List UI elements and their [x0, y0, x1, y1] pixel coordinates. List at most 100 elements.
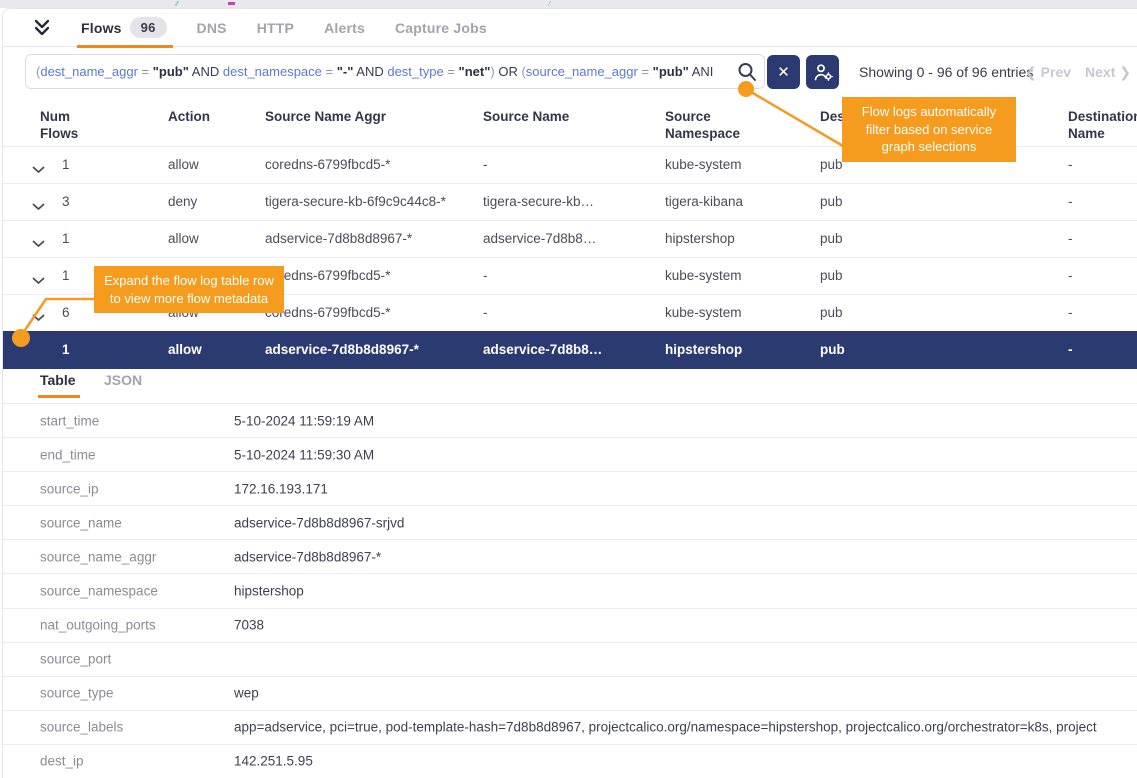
tab-flows[interactable]: Flows 96: [81, 9, 167, 47]
query-token: =: [444, 64, 459, 79]
detail-value: 5-10-2024 11:59:19 AM: [234, 413, 1137, 428]
cell-dest_name: -: [1068, 305, 1073, 320]
detail-row: source_ip 172.16.193.171: [3, 471, 1137, 505]
detail-key: source_type: [40, 686, 114, 701]
chevron-down-icon[interactable]: [32, 199, 45, 214]
col-source-name[interactable]: Source Name: [483, 108, 633, 125]
user-settings-button[interactable]: [806, 55, 839, 89]
tab-http[interactable]: HTTP: [257, 9, 294, 47]
cell-num: 1: [62, 157, 70, 172]
detail-key: dest_ip: [40, 754, 84, 769]
chevron-down-icon[interactable]: [32, 273, 45, 288]
col-source-name-aggr[interactable]: Source Name Aggr: [265, 108, 465, 125]
detail-value: adservice-7d8b8d8967-srjvd: [234, 515, 1137, 530]
detail-value: app=adservice, pci=true, pod-template-ha…: [234, 720, 1137, 735]
tab-capture-jobs[interactable]: Capture Jobs: [395, 9, 487, 47]
detail-key: start_time: [40, 413, 99, 428]
detail-key: source_ip: [40, 481, 99, 496]
cell-src_ns: kube-system: [665, 157, 742, 172]
detail-row: source_labelsapp=adservice, pci=true, po…: [3, 710, 1137, 744]
detail-key: source_namespace: [40, 584, 158, 599]
detail-row: end_time5-10-2024 11:59:30 AM: [3, 437, 1137, 471]
cell-num: 6: [62, 305, 70, 320]
graph-fragment-icon: ⁄⁄: [176, 1, 178, 8]
query-token: =: [322, 64, 337, 79]
showing-entries-text: Showing 0 - 96 of 96 entries: [859, 64, 1033, 80]
tab-alerts[interactable]: Alerts: [324, 9, 365, 47]
cell-num: 3: [62, 194, 70, 209]
cell-src_ns: hipstershop: [665, 231, 735, 246]
detail-row: nat_outgoing_ports 7038: [3, 608, 1137, 642]
detail-key: end_time: [40, 447, 96, 462]
tooltip-filter-annotation: Flow logs automatically filter based on …: [842, 97, 1016, 162]
tab-flows-label: Flows: [81, 20, 122, 36]
detail-tab-json[interactable]: JSON: [104, 372, 142, 388]
col-num-flows[interactable]: Num Flows: [40, 108, 102, 142]
cell-num: 1: [62, 342, 70, 357]
tooltip-expand-annotation: Expand the flow log table row to view mo…: [94, 266, 284, 313]
collapse-panel-button[interactable]: [31, 18, 53, 38]
detail-value: 7038: [234, 618, 1137, 633]
detail-tabbar: Table JSON: [3, 360, 1137, 403]
cell-dest_aggr: pub: [820, 268, 843, 283]
cell-src_name: -: [483, 157, 488, 172]
cell-src_ns: kube-system: [665, 268, 742, 283]
detail-key: nat_outgoing_ports: [40, 618, 156, 633]
double-chevron-down-icon: [31, 18, 53, 38]
flows-count-badge: 96: [130, 17, 167, 38]
detail-value: 142.251.5.95: [234, 754, 1137, 769]
cell-dest_name: -: [1068, 231, 1073, 246]
active-tab-underline: [77, 45, 173, 48]
query-token: ANI: [689, 64, 714, 79]
filter-query-input[interactable]: (dest_name_aggr = "pub" AND dest_namespa…: [25, 54, 765, 89]
table-row[interactable]: 1allowadservice-7d8b8d8967-*adservice-7d…: [3, 220, 1137, 258]
detail-row: source_name adservice-7d8b8d8967-srjvd: [3, 505, 1137, 539]
cell-src_name: adservice-7d8b8…: [483, 231, 596, 246]
col-destination-name[interactable]: Destination Name: [1068, 108, 1137, 142]
detail-table: start_time 5-10-2024 11:59:19 AM end_time5…: [3, 403, 1137, 778]
detail-value: 172.16.193.171: [234, 481, 1137, 496]
detail-row: source_name_aggradservice-7d8b8d8967-*: [3, 539, 1137, 573]
graph-fragment-icon: [228, 2, 235, 5]
detail-key: source_port: [40, 652, 111, 667]
clear-filter-button[interactable]: ✕: [767, 55, 800, 89]
cell-src_aggr: coredns-6799fbcd5-*: [265, 157, 390, 172]
user-gear-icon: [813, 63, 833, 82]
cell-dest_aggr: pub: [820, 342, 845, 357]
cell-dest_aggr: pub: [820, 231, 843, 246]
query-token: =: [138, 64, 153, 79]
filter-query: (dest_name_aggr = "pub" AND dest_namespa…: [36, 64, 713, 79]
next-page-button[interactable]: Next ❯: [1085, 64, 1131, 81]
cell-dest_aggr: pub: [820, 305, 843, 320]
query-token: dest_name_aggr: [40, 64, 138, 79]
cell-dest_name: -: [1068, 194, 1073, 209]
detail-tab-table[interactable]: Table: [40, 372, 76, 388]
cell-dest_name: -: [1068, 268, 1073, 283]
cell-src_ns: hipstershop: [665, 342, 742, 357]
detail-value: hipstershop: [234, 584, 1137, 599]
col-source-namespace[interactable]: Source Namespace: [665, 108, 760, 142]
cell-action: allow: [168, 157, 199, 172]
chevron-down-icon[interactable]: [32, 236, 45, 251]
query-token: "-": [337, 64, 354, 79]
search-icon[interactable]: [736, 61, 758, 86]
detail-row: source_namespace hipstershop: [3, 573, 1137, 607]
prev-page-button[interactable]: ❮ Prev: [1025, 64, 1071, 81]
chevron-down-icon[interactable]: [32, 162, 45, 177]
table-row[interactable]: 3denytigera-secure-kb-6f9c9c44c8-*tigera…: [3, 183, 1137, 221]
cell-num: 1: [62, 268, 70, 283]
query-token: OR: [495, 64, 522, 79]
col-action[interactable]: Action: [168, 108, 248, 125]
pagination: ❮ Prev Next ❯: [1025, 64, 1131, 81]
cell-action: allow: [168, 231, 199, 246]
detail-value: adservice-7d8b8d8967-*: [234, 549, 1137, 564]
cell-dest_name: -: [1068, 157, 1073, 172]
tab-dns[interactable]: DNS: [197, 9, 227, 47]
cell-src_aggr: tigera-secure-kb-6f9c9c44c8-*: [265, 194, 446, 209]
cell-num: 1: [62, 231, 70, 246]
close-icon: ✕: [777, 63, 790, 81]
detail-key: source_name: [40, 515, 122, 530]
cell-src_name: adservice-7d8b8…: [483, 342, 602, 357]
chevron-down-icon[interactable]: [32, 310, 45, 325]
detail-row: dest_ip 142.251.5.95: [3, 744, 1137, 778]
